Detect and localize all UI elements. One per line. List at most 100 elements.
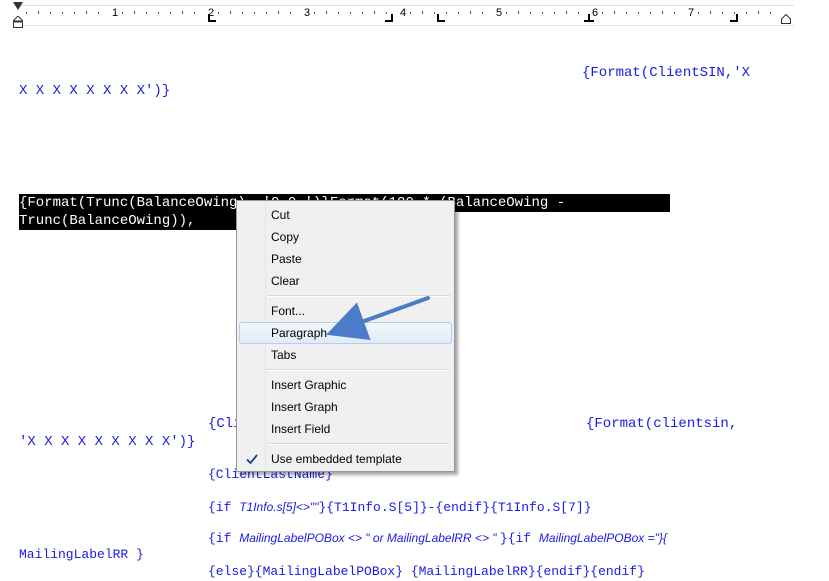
- ruler-tick: [122, 12, 123, 14]
- ruler-tick: [362, 12, 363, 14]
- ruler-tick: [566, 11, 567, 14]
- field-if-t1info[interactable]: {if T1Info.s[5]<>""}{T1Info.S[5]}-{endif…: [208, 498, 592, 517]
- menu-separator: [267, 369, 450, 371]
- ruler-tick: [482, 12, 483, 14]
- ruler-tick: [542, 12, 543, 14]
- if-condition: T1Info.s[5]<>"": [239, 500, 319, 514]
- field-mailing-label-rr[interactable]: MailingLabelRR }: [19, 546, 144, 564]
- menu-item-label: Copy: [271, 230, 300, 244]
- ruler-tick: [254, 12, 255, 14]
- ruler-tick: [746, 12, 747, 14]
- menu-item-insert-graph[interactable]: Insert Graph: [239, 396, 452, 418]
- menu-item-label: Insert Graphic: [271, 378, 347, 392]
- menu-item-label: Insert Graph: [271, 400, 338, 414]
- ruler-number: 4: [399, 7, 407, 19]
- ruler-tick: [170, 12, 171, 14]
- ruler-tick: [758, 11, 759, 14]
- menu-item-cut[interactable]: Cut: [239, 204, 452, 226]
- menu-item-clear[interactable]: Clear: [239, 270, 452, 292]
- ruler-number: 3: [303, 7, 311, 19]
- ruler-tick: [518, 11, 519, 14]
- checkmark-icon: [246, 454, 258, 465]
- ruler-tick: [638, 12, 639, 14]
- menu-item-label: Tabs: [271, 348, 297, 362]
- context-menu: Cut Copy Paste Clear Font... Paragraph T…: [236, 200, 455, 472]
- ruler-tick: [230, 11, 231, 14]
- field-format-clientsin-cont[interactable]: X X X X X X X X')}: [19, 82, 170, 100]
- ruler-tick: [38, 11, 39, 14]
- menu-item-label: Insert Field: [271, 422, 331, 436]
- field-if-mailing[interactable]: {if MailingLabelPOBox <> " or MailingLab…: [208, 529, 667, 548]
- ruler-tick: [146, 12, 147, 14]
- ruler-tick: [314, 12, 315, 14]
- ruler-tick: [350, 12, 351, 14]
- menu-item-paragraph[interactable]: Paragraph: [239, 322, 452, 344]
- ruler-tick: [434, 12, 435, 14]
- ruler-tick: [674, 12, 675, 14]
- center-tab-stop[interactable]: [584, 14, 594, 22]
- right-tab-stop[interactable]: [385, 14, 393, 22]
- if-keyword: {if: [208, 531, 240, 546]
- ruler-tick: [602, 12, 603, 14]
- ruler-tick: [470, 11, 471, 14]
- ruler-tick: [74, 12, 75, 14]
- ruler-tick: [374, 11, 375, 14]
- menu-item-paste[interactable]: Paste: [239, 248, 452, 270]
- menu-item-insert-field[interactable]: Insert Field: [239, 418, 452, 440]
- ruler[interactable]: 1 2 3 4 5 6 7: [0, 0, 829, 30]
- ruler-tick: [698, 12, 699, 14]
- ruler-tick: [86, 11, 87, 14]
- if-keyword: {if: [208, 500, 240, 515]
- ruler-tick: [410, 12, 411, 14]
- ruler-tick: [710, 11, 711, 14]
- first-line-indent-marker[interactable]: [13, 2, 23, 10]
- ruler-tick: [578, 12, 579, 14]
- ruler-tick: [770, 12, 771, 14]
- ruler-tick: [662, 11, 663, 14]
- menu-item-label: Use embedded template: [271, 452, 402, 466]
- nested-if-condition: MailingLabelPOBox ="}{: [538, 531, 667, 545]
- if-condition: MailingLabelPOBox <> " or MailingLabelRR…: [239, 531, 500, 545]
- nested-if-keyword: }{if: [499, 531, 539, 546]
- ruler-tick: [182, 11, 183, 14]
- ruler-tick: [98, 12, 99, 14]
- ruler-tick: [422, 11, 423, 14]
- ruler-tick: [722, 12, 723, 14]
- right-tab-stop[interactable]: [730, 14, 738, 22]
- field-format-clientsin[interactable]: {Format(ClientSIN,'X: [582, 64, 750, 82]
- field-else-mailing[interactable]: {else}{MailingLabelPOBox} {MailingLabelR…: [208, 563, 645, 581]
- field-format-clientsin-2[interactable]: {Format(clientsin,: [586, 415, 737, 433]
- ruler-tick: [278, 11, 279, 14]
- ruler-tick: [50, 12, 51, 14]
- field-format-clientsin-2-cont[interactable]: 'X X X X X X X X X')}: [19, 433, 195, 451]
- menu-item-label: Cut: [271, 208, 290, 222]
- ruler-tick: [62, 12, 63, 14]
- menu-item-font[interactable]: Font...: [239, 300, 452, 322]
- selected-text-line2[interactable]: Trunc(BalanceOwing)),: [19, 212, 237, 230]
- menu-item-use-embedded-template[interactable]: Use embedded template: [239, 448, 452, 470]
- menu-item-tabs[interactable]: Tabs: [239, 344, 452, 366]
- ruler-tick: [218, 12, 219, 14]
- ruler-tick: [326, 11, 327, 14]
- ruler-tick: [614, 11, 615, 14]
- ruler-tick: [626, 12, 627, 14]
- menu-item-insert-graphic[interactable]: Insert Graphic: [239, 374, 452, 396]
- ruler-tick: [446, 12, 447, 14]
- right-indent-marker[interactable]: [781, 14, 791, 24]
- menu-separator: [267, 295, 450, 297]
- left-tab-stop[interactable]: [208, 14, 216, 22]
- ruler-tick: [290, 12, 291, 14]
- ruler-tick: [266, 12, 267, 14]
- ruler-tick: [26, 12, 27, 14]
- if-body: }{T1Info.S[5]}-{endif}{T1Info.S[7]}: [318, 500, 592, 515]
- menu-separator: [267, 443, 450, 445]
- ruler-tick: [338, 12, 339, 14]
- ruler-tick: [506, 12, 507, 14]
- menu-item-copy[interactable]: Copy: [239, 226, 452, 248]
- menu-item-label: Clear: [271, 274, 300, 288]
- left-tab-stop[interactable]: [437, 14, 445, 22]
- menu-item-label: Font...: [271, 304, 306, 318]
- ruler-tick: [530, 12, 531, 14]
- menu-item-label: Paste: [271, 252, 302, 266]
- ruler-tick: [134, 11, 135, 14]
